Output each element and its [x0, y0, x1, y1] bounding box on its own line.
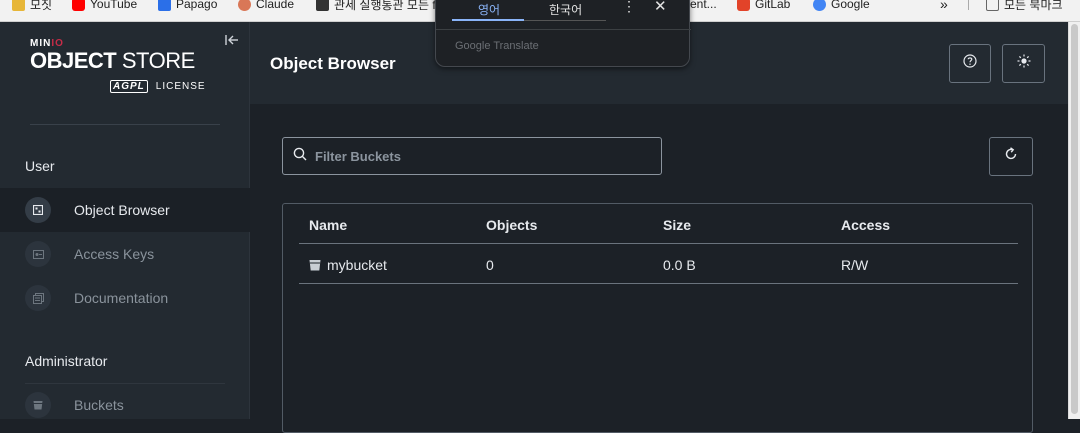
- license-text: LICENSE: [155, 81, 206, 92]
- docs-icon: [25, 285, 51, 311]
- bookmark-item[interactable]: Papago: [158, 0, 217, 14]
- logo-license: AGPL LICENSE: [110, 80, 206, 93]
- bookmark-label: 모든 북마크: [1004, 0, 1063, 12]
- bookmark-item-all[interactable]: 모든 북마크: [986, 0, 1063, 14]
- help-icon: [963, 54, 977, 73]
- bucket-name: mybucket: [327, 257, 387, 273]
- bucket-grid-icon: [25, 197, 51, 223]
- bookmark-item[interactable]: 관세 실행통관 모든 f: [316, 0, 436, 14]
- table-row[interactable]: mybucket 0 0.0 B R/W: [299, 245, 1018, 284]
- bookmark-label: Claude: [256, 0, 295, 11]
- bookmark-label: 관세 실행통관 모든 f: [334, 0, 436, 12]
- column-header-objects[interactable]: Objects: [486, 217, 537, 233]
- google-icon: [813, 0, 826, 11]
- bucket-icon: [309, 259, 321, 271]
- bookmarks-divider: [968, 0, 969, 10]
- bookmark-item[interactable]: GitLab: [737, 0, 790, 14]
- site-icon: [316, 0, 329, 11]
- filter-buckets-field[interactable]: [282, 137, 662, 175]
- sidebar-item-label: Object Browser: [74, 202, 170, 218]
- bookmark-item[interactable]: 모짓: [12, 0, 52, 14]
- column-header-access[interactable]: Access: [841, 217, 890, 233]
- sidebar-item-label: Access Keys: [74, 246, 155, 262]
- tab-target-language[interactable]: 한국어: [549, 1, 582, 18]
- refresh-icon: [1004, 147, 1018, 166]
- bucket-access-cell: R/W: [841, 257, 869, 273]
- column-header-name[interactable]: Name: [309, 217, 347, 233]
- active-tab-indicator: [452, 19, 524, 21]
- gitlab-icon: [737, 0, 750, 11]
- close-icon[interactable]: ✕: [654, 0, 667, 15]
- sun-icon: [1017, 54, 1031, 73]
- bookmark-item[interactable]: ent...: [690, 0, 717, 14]
- bookmarks-overflow-icon[interactable]: »: [940, 0, 948, 14]
- bookmark-label: GitLab: [755, 0, 791, 11]
- section-user-label: User: [25, 158, 55, 174]
- sidebar-item-access-keys[interactable]: Access Keys: [0, 232, 250, 276]
- column-header-size[interactable]: Size: [663, 217, 691, 233]
- bookmark-label: Google: [831, 0, 870, 11]
- tab-source-language[interactable]: 영어: [478, 1, 500, 18]
- sidebar-divider: [30, 124, 220, 125]
- bookmark-item[interactable]: Claude: [238, 0, 294, 14]
- filter-buckets-input[interactable]: [315, 148, 645, 164]
- page-title: Object Browser: [270, 54, 396, 73]
- key-icon: [25, 241, 51, 267]
- collapse-sidebar-icon[interactable]: [225, 34, 239, 49]
- bucket-name-cell[interactable]: mybucket: [309, 257, 387, 273]
- bookmark-label: ent...: [690, 0, 717, 11]
- bookmark-label: Papago: [176, 0, 218, 11]
- sidebar-item-buckets[interactable]: Buckets: [0, 383, 250, 427]
- buckets-table: Name Objects Size Access mybucket 0 0.0 …: [282, 203, 1033, 433]
- more-options-icon[interactable]: ⋮: [622, 0, 636, 15]
- youtube-icon: [72, 0, 85, 11]
- sidebar: MINIO OBJECT STORE AGPL LICENSE User Obj…: [0, 22, 250, 419]
- bookmark-item[interactable]: YouTube: [72, 0, 137, 14]
- folder-icon: [12, 0, 25, 11]
- section-admin-label: Administrator: [25, 353, 108, 369]
- translate-popup: 영어 한국어 ⋮ ✕ Google Translate: [435, 0, 691, 67]
- scrollbar-thumb[interactable]: [1071, 24, 1078, 414]
- table-header-row: Name Objects Size Access: [299, 204, 1018, 244]
- bookmark-item[interactable]: Google: [813, 0, 870, 14]
- translate-divider: [436, 29, 691, 30]
- minio-logo[interactable]: MINIO OBJECT STORE AGPL LICENSE: [30, 38, 205, 93]
- sidebar-item-object-browser[interactable]: Object Browser: [0, 188, 250, 232]
- theme-toggle-button[interactable]: [1002, 44, 1045, 83]
- folder-icon: [986, 0, 999, 11]
- bucket-icon: [25, 392, 51, 418]
- bucket-objects-cell: 0: [486, 257, 494, 273]
- bucket-size-cell: 0.0 B: [663, 257, 696, 273]
- search-icon: [293, 147, 307, 166]
- papago-icon: [158, 0, 171, 11]
- bookmark-label: 모짓: [30, 0, 53, 12]
- claude-icon: [238, 0, 251, 11]
- google-translate-label: Google Translate: [455, 40, 539, 52]
- agpl-badge: AGPL: [110, 80, 148, 93]
- page-scrollbar[interactable]: [1068, 22, 1080, 419]
- logo-product: OBJECT STORE: [30, 48, 195, 73]
- sidebar-item-label: Documentation: [74, 290, 169, 306]
- help-button[interactable]: [949, 44, 991, 83]
- tab-divider: [524, 20, 606, 21]
- bookmark-label: YouTube: [90, 0, 138, 11]
- sidebar-item-documentation[interactable]: Documentation: [0, 276, 250, 320]
- refresh-button[interactable]: [989, 137, 1033, 176]
- sidebar-item-label: Buckets: [74, 397, 124, 413]
- main-content: Object Browser Name Objects Size Access: [250, 22, 1068, 433]
